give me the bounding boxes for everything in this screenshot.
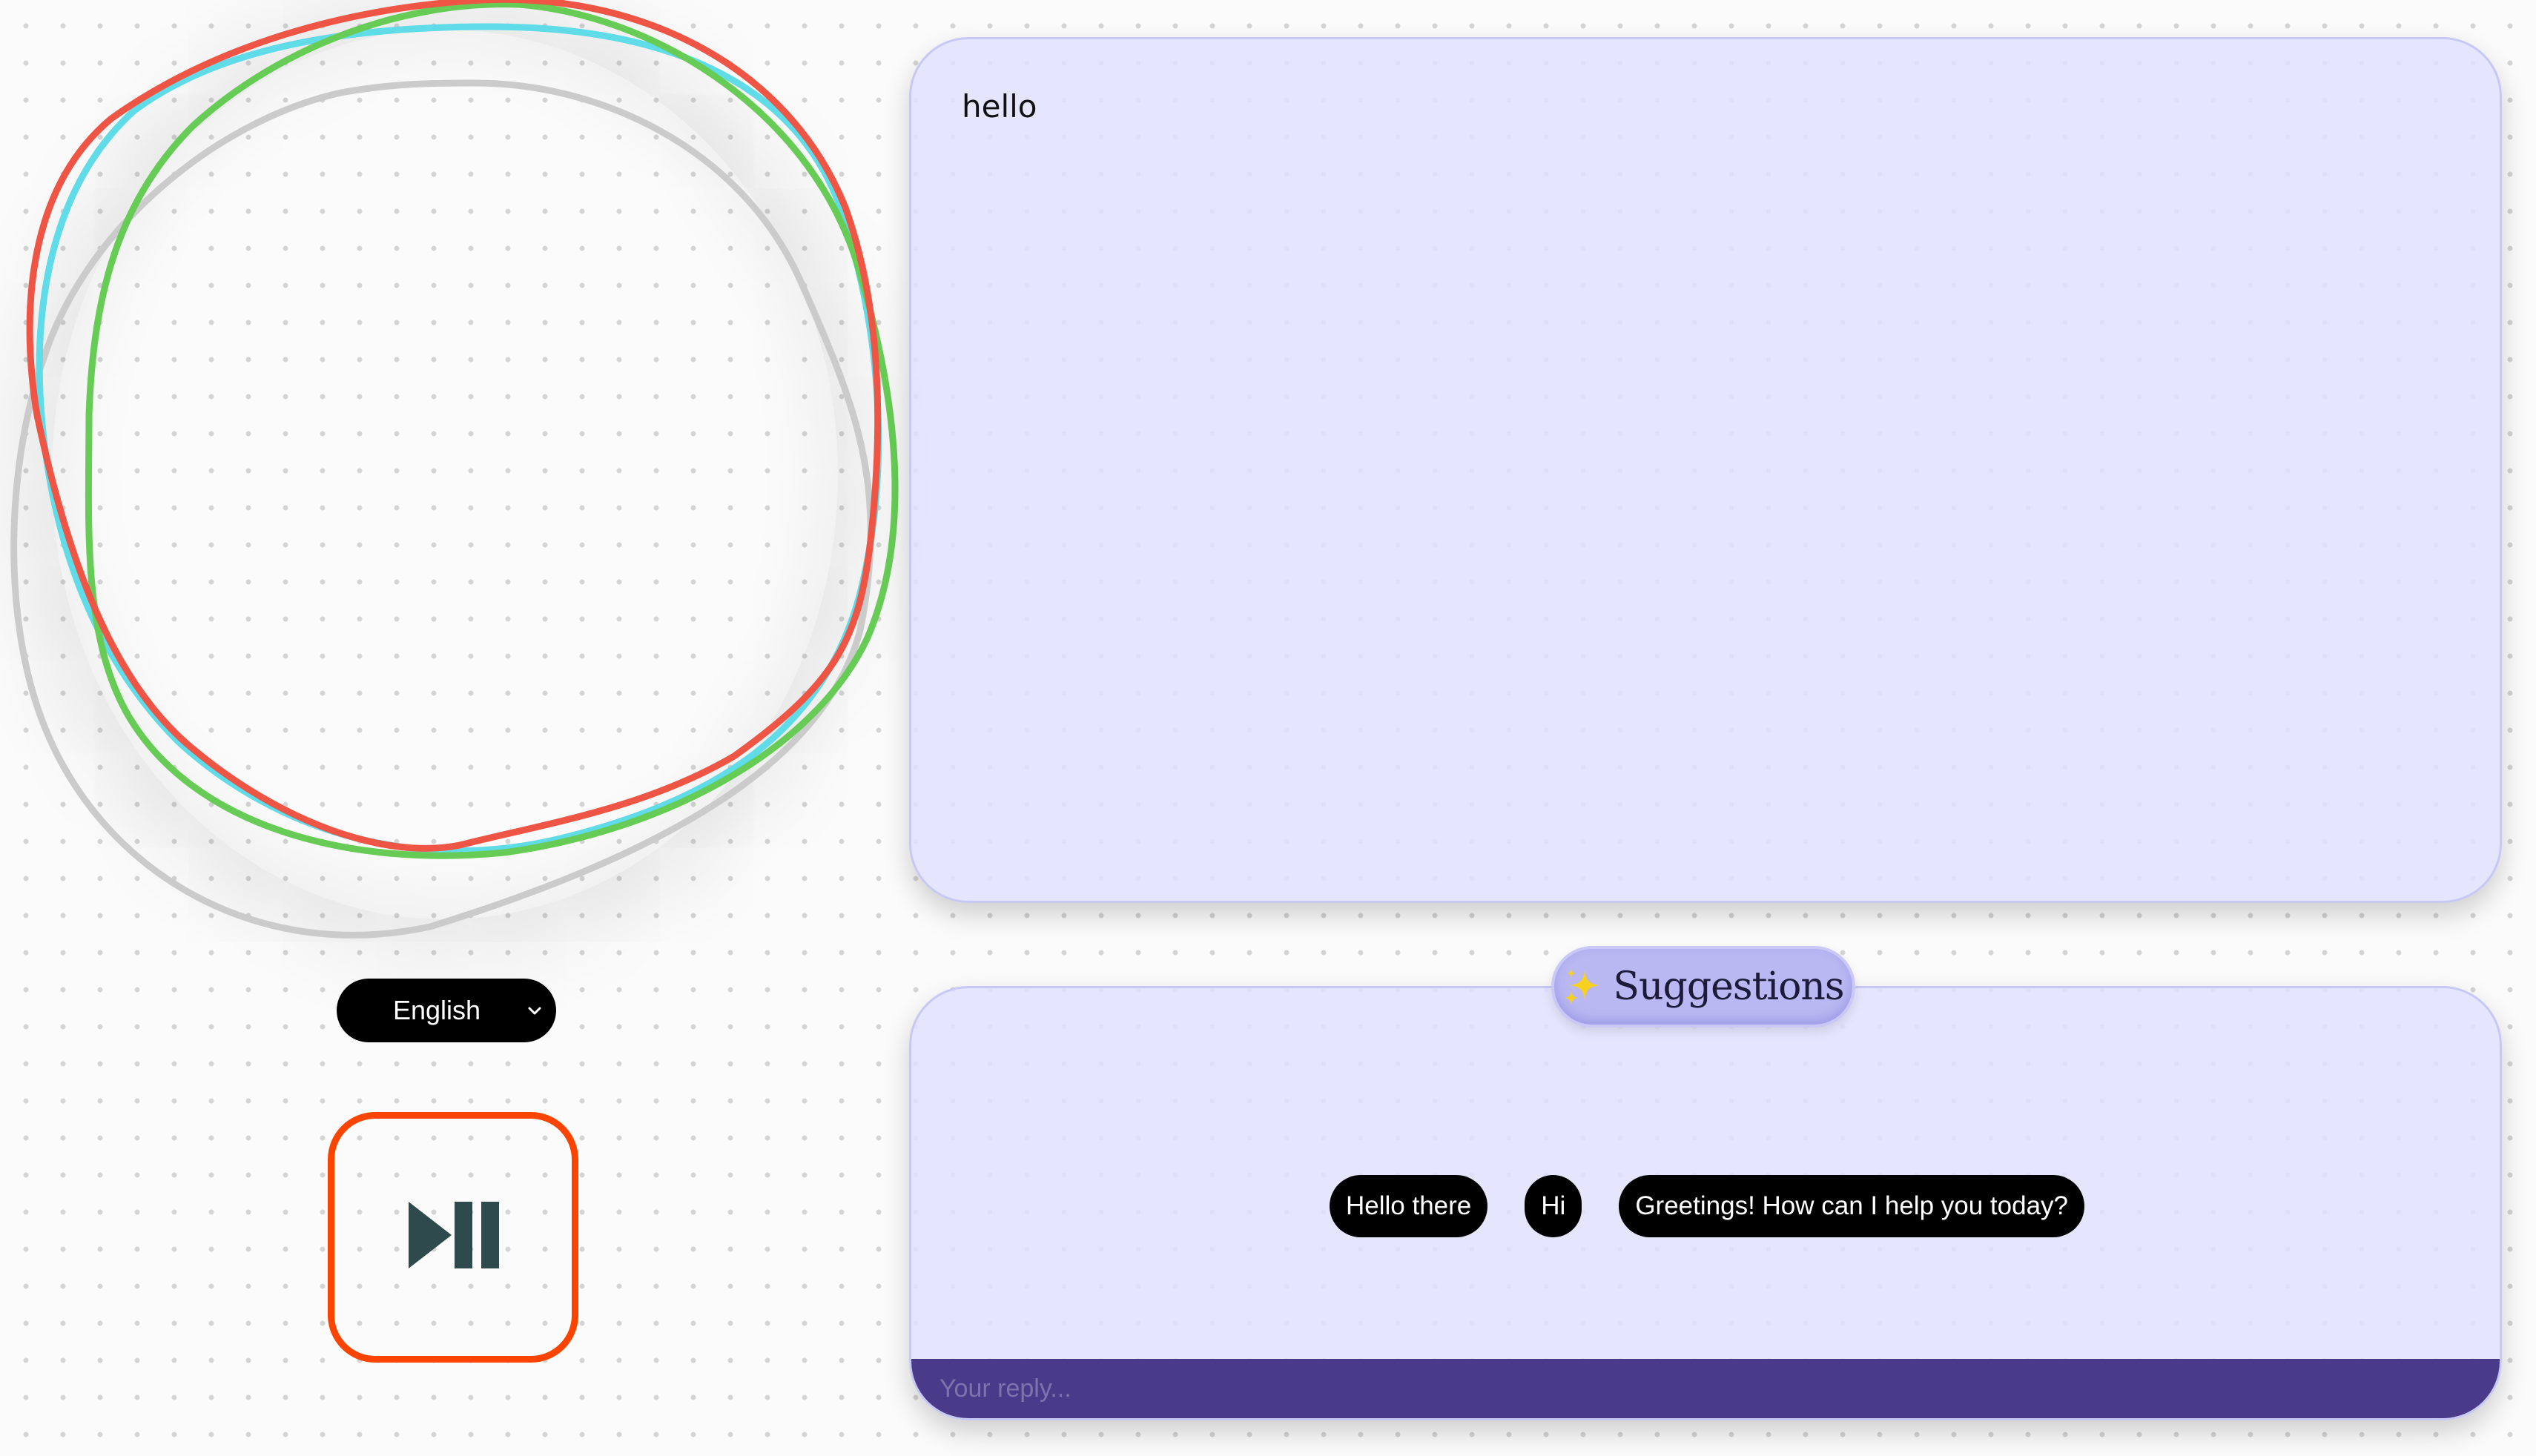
play-pause-icon [409,1202,499,1268]
ring-gray [10,79,874,939]
audio-visualizer [0,0,919,964]
chevron-down-icon [528,1007,541,1015]
suggestion-chip[interactable]: Greetings! How can I help you today? [1619,1175,2084,1237]
play-pause-button[interactable] [328,1112,578,1363]
suggestion-chip[interactable]: Hi [1525,1175,1582,1237]
suggestion-chips: Hello there Hi Greetings! How can I help… [911,1175,2500,1237]
sparkles-icon [1565,969,1600,1005]
suggestions-header: Suggestions [1551,946,1855,1028]
suggestions-panel: Hello there Hi Greetings! How can I help… [909,986,2502,1420]
transcript-panel: hello [909,37,2502,903]
language-select[interactable]: English [337,979,556,1042]
reply-bar [911,1359,2500,1418]
language-select-value: English [393,995,481,1025]
visualizer-rings [10,0,899,939]
suggestion-chip[interactable]: Hello there [1330,1175,1488,1237]
suggestions-title: Suggestions [1613,964,1844,1009]
reply-input[interactable] [911,1359,2500,1418]
transcript-message: hello [962,88,1037,125]
